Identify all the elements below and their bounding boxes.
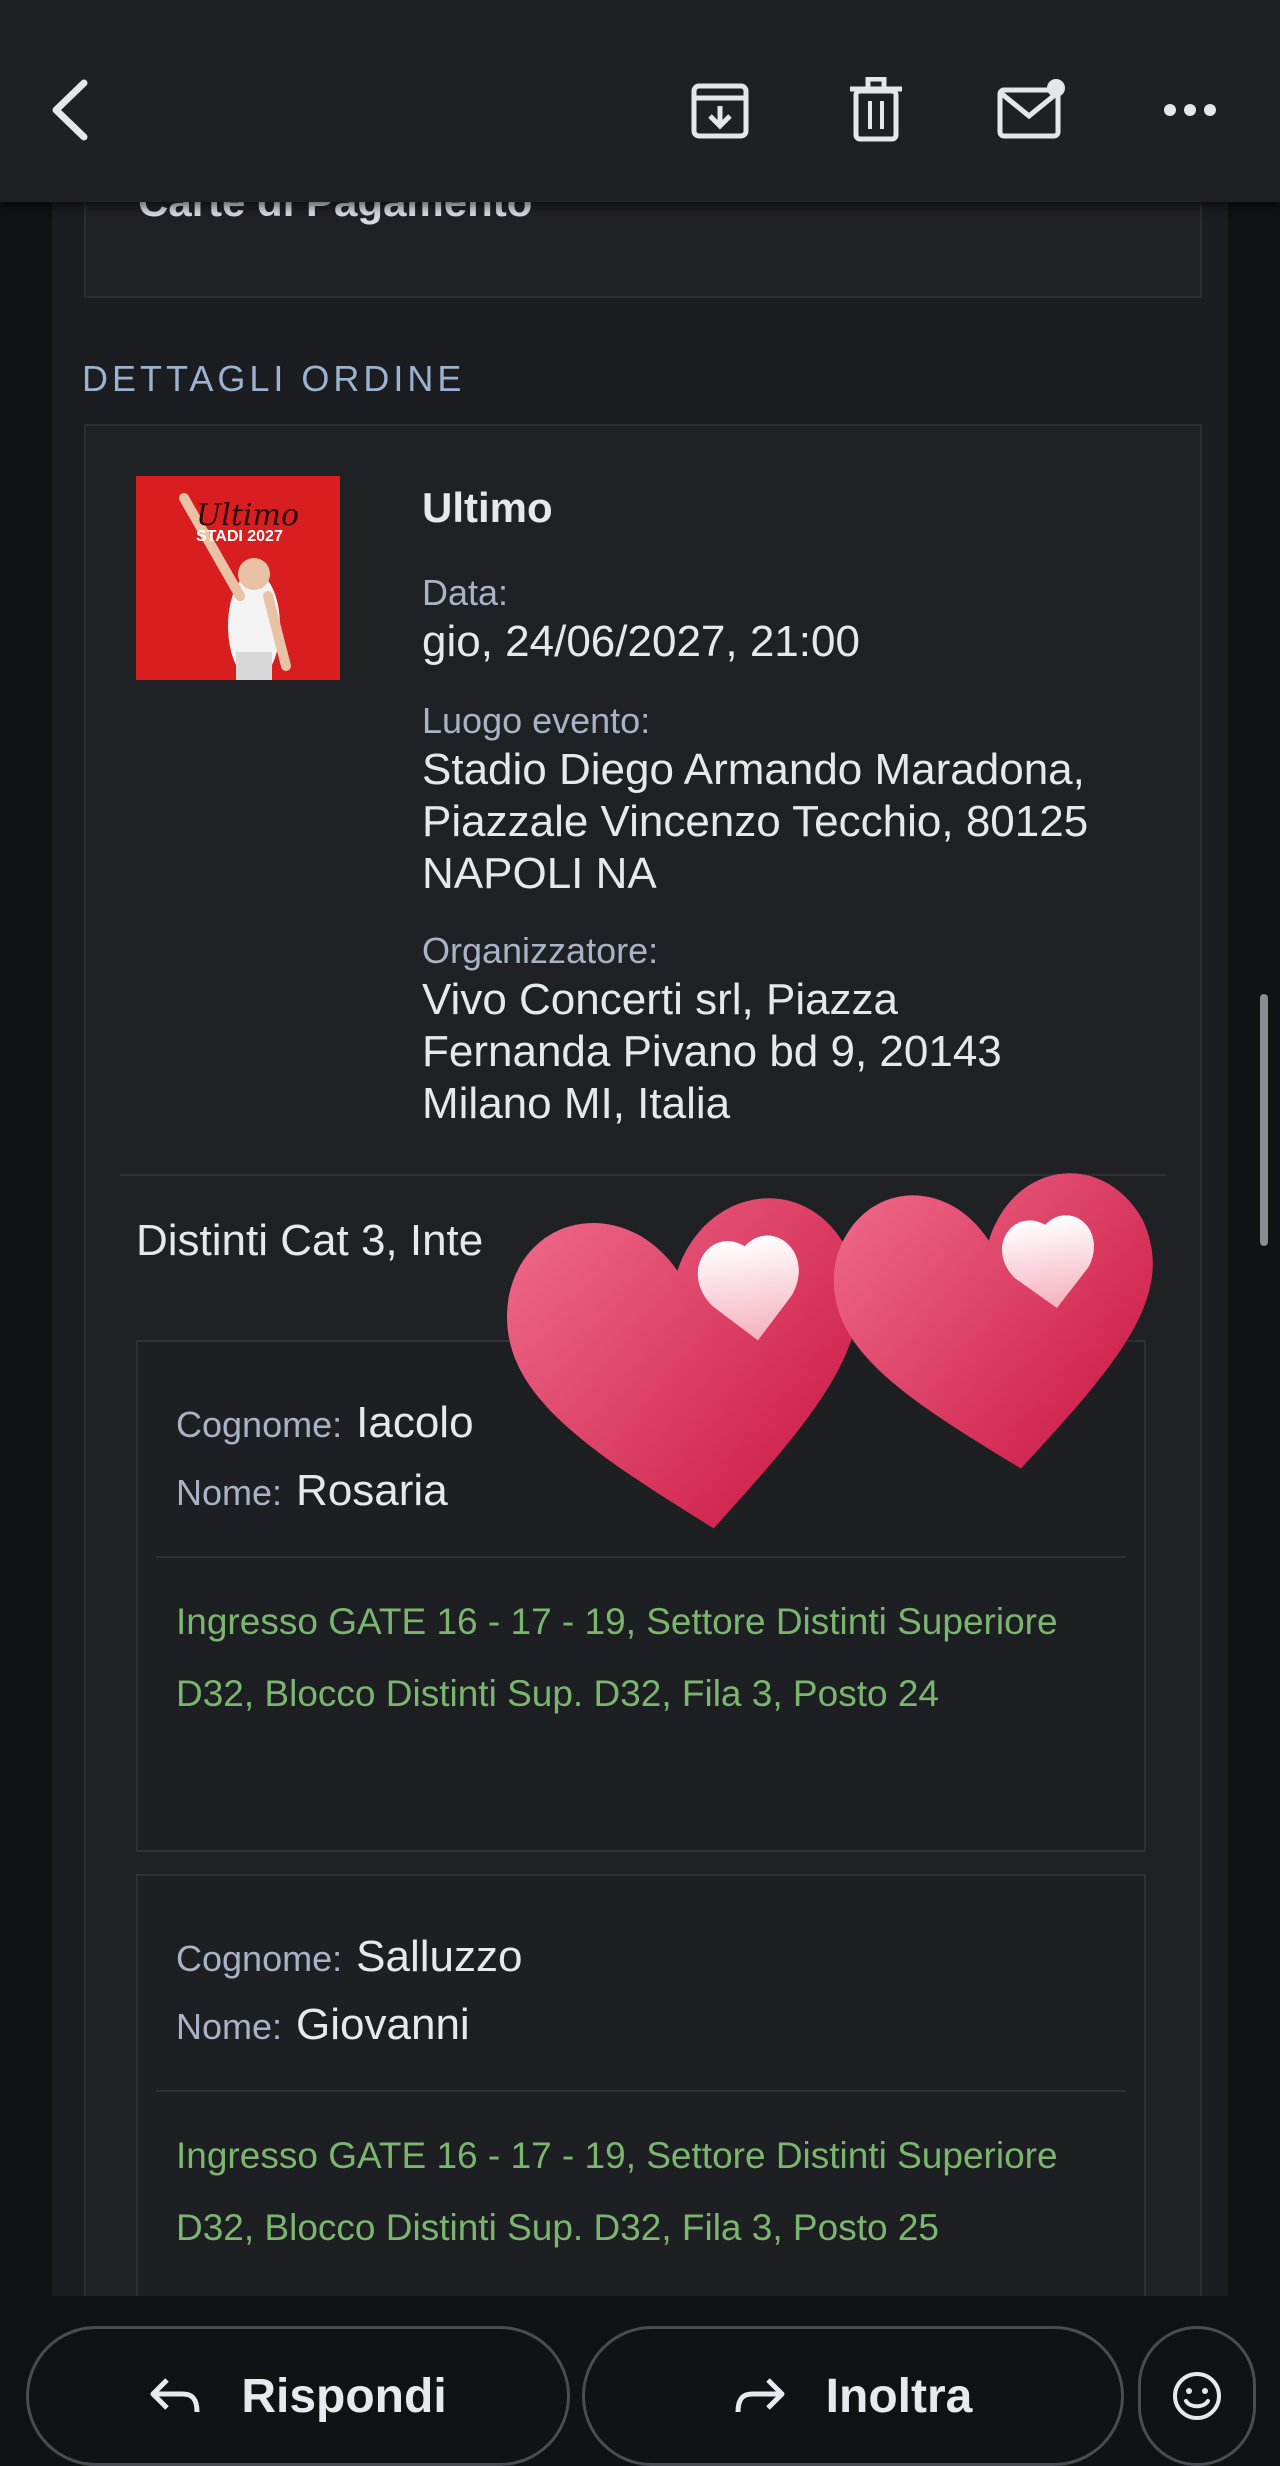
ticket-card: Cognome: Salluzzo Nome: Giovanni Ingress… [136,1874,1146,2296]
delete-button[interactable] [826,60,926,160]
venue-line-2: Piazzale Vincenzo Tecchio, 80125 [422,797,1089,846]
order-details-heading: DETTAGLI ORDINE [82,358,466,399]
surname-label: Cognome: [176,1938,343,1979]
mark-unread-icon [997,79,1065,139]
reply-button[interactable]: Rispondi [26,2326,570,2466]
emoji-icon [1173,2372,1221,2420]
organizer-label: Organizzatore: [422,930,659,971]
venue-line-3: NAPOLI NA [422,849,657,898]
name-row: Nome: Giovanni [176,2000,470,2050]
venue-line-1: Stadio Diego Armando Maradona, [422,745,1085,794]
surname-row: Cognome: Salluzzo [176,1932,522,1982]
name-value: Rosaria [296,1466,448,1515]
forward-arrow-icon [735,2378,785,2413]
date-label: Data: [422,572,509,613]
trash-icon [850,77,902,142]
more-button[interactable] [1140,60,1240,160]
mark-unread-button[interactable] [982,60,1082,160]
hearts-sticker [507,1173,1153,1529]
more-icon [1164,104,1216,116]
scrollbar-thumb[interactable] [1260,994,1268,1246]
top-app-bar [0,0,1280,202]
surname-value: Salluzzo [356,1932,523,1981]
forward-button[interactable]: Inoltra [582,2326,1124,2466]
name-label: Nome: [176,2006,283,2047]
emoji-reaction-button[interactable] [1138,2326,1256,2466]
back-arrow-icon [52,79,88,141]
heart-icon [833,1173,1153,1469]
organizer-line-1: Vivo Concerti srl, Piazza [422,975,899,1024]
archive-icon [691,83,749,139]
bottom-action-bar: Rispondi Inoltra [0,2296,1280,2466]
date-value: gio, 24/06/2027, 21:00 [422,617,860,666]
name-label: Nome: [176,1472,283,1513]
name-value: Giovanni [296,2000,470,2049]
archive-button[interactable] [670,60,770,160]
ticket-category: Distinti Cat 3, Inte [136,1216,484,1265]
surname-row: Cognome: Iacolo [176,1398,474,1448]
organizer-line-2: Fernanda Pivano bd 9, 20143 [422,1027,1002,1076]
venue-label: Luogo evento: [422,700,651,741]
surname-value: Iacolo [356,1398,474,1447]
forward-label: Inoltra [825,2369,973,2423]
poster-subtitle-text: STADI 2027 [196,528,283,545]
seat-info: Ingresso GATE 16 - 17 - 19, Settore Dist… [176,1601,1058,1714]
ticket-divider [156,2090,1126,2092]
event-title: Ultimo [422,484,553,531]
reply-arrow-icon [150,2378,200,2413]
seat-info: Ingresso GATE 16 - 17 - 19, Settore Dist… [176,2135,1058,2248]
event-poster-image: Ultimo STADI 2027 [136,476,340,680]
surname-label: Cognome: [176,1404,343,1445]
reply-label: Rispondi [241,2369,447,2423]
heart-icon [507,1198,859,1529]
name-row: Nome: Rosaria [176,1466,448,1516]
back-button[interactable] [22,60,122,160]
